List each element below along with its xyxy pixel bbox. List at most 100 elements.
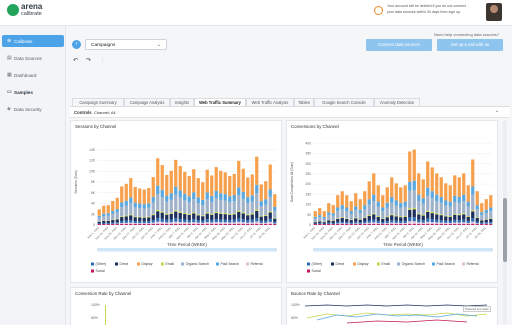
bar-segment: [480, 220, 484, 223]
bar-segment: [147, 207, 151, 217]
legend-label: Paid Search: [221, 262, 240, 266]
bar-segment: [165, 201, 169, 214]
bar-segment: [345, 218, 349, 222]
bar-segment: [372, 194, 376, 202]
bar-segment: [129, 178, 133, 198]
bar-segment: [214, 219, 218, 223]
bar-segment: [466, 206, 470, 216]
bar-segment: [259, 216, 263, 221]
bar-segment: [196, 220, 200, 223]
bar-segment: [255, 210, 259, 218]
bar-segment: [426, 187, 430, 196]
bar-segment: [115, 218, 119, 220]
bar-segment: [111, 224, 115, 225]
tab-web-traffic-analysis[interactable]: Web Traffic Analysis: [246, 98, 294, 106]
campaign-select-value: Campaigns: [91, 42, 116, 48]
tab-anomaly-detection[interactable]: Anomaly Detection: [374, 98, 420, 106]
bar-segment: [264, 215, 268, 216]
bar-segment: [210, 219, 214, 223]
tab-campaign-analysis[interactable]: Campaign Analysis: [124, 98, 170, 106]
scrollbar-thumb[interactable]: [503, 198, 507, 262]
bar-segment: [237, 211, 241, 219]
bar-segment: [160, 212, 164, 219]
y-tick-label: 50: [307, 213, 311, 217]
tab-tables[interactable]: Tables: [294, 98, 314, 106]
sidebar-item-label: Samples: [14, 89, 33, 95]
bar-segment: [250, 213, 254, 215]
bar-segment: [327, 212, 331, 215]
bar-segment: [250, 174, 254, 196]
sidebar-item-dashboard[interactable]: ▦ Dashboard: [2, 69, 64, 81]
bar-segment: [457, 214, 461, 216]
bar-segment: [138, 188, 142, 204]
bar-segment: [372, 224, 376, 225]
bar-segment: [124, 224, 128, 225]
bar-segment: [439, 177, 443, 197]
bar-segment: [255, 224, 259, 225]
more-icon[interactable]: ⋮: [100, 57, 105, 63]
bar-segment: [151, 215, 155, 221]
bar-segment: [345, 218, 349, 219]
y-tick-label: 80%: [91, 316, 98, 320]
tab-web-traffic-summary[interactable]: Web Traffic Summary: [194, 98, 246, 106]
tab-campaign-summary[interactable]: Campaign Summary: [72, 98, 124, 106]
bar-segment: [264, 204, 268, 216]
bar-segment: [480, 222, 484, 224]
bar-segment: [120, 224, 124, 225]
tab-google-search-console[interactable]: Google Search Console: [314, 98, 374, 106]
bar-segment: [435, 173, 439, 195]
channel-filter-chip[interactable]: Channel: All: [94, 110, 115, 115]
setup-call-button[interactable]: Set up a call with us: [437, 39, 503, 51]
bar-segment: [264, 220, 268, 223]
main-area: ‹ Campaigns ⌄ ↶ ↷ ⋮ Need help connecting…: [66, 26, 512, 325]
bar-segment: [412, 224, 416, 225]
series-line: [105, 305, 106, 325]
bar-segment: [367, 215, 371, 216]
bar-segment: [147, 224, 151, 225]
bar-segment: [349, 222, 353, 224]
bar-segment: [120, 216, 124, 218]
bar-segment: [376, 206, 380, 216]
bar-segment: [390, 196, 394, 203]
campaign-select[interactable]: Campaigns ⌄: [85, 39, 167, 50]
connect-data-sources-button[interactable]: Connect data sources: [366, 39, 432, 51]
bar-segment: [349, 220, 353, 223]
bar-segment: [480, 224, 484, 225]
bar-segment: [394, 183, 398, 201]
bar-segment: [417, 219, 421, 223]
bar-segment: [97, 217, 101, 222]
bar-segment: [417, 201, 421, 214]
bar-segment: [381, 218, 385, 219]
sidebar-item-samples[interactable]: ▭ Samples: [2, 86, 64, 98]
bar-segment: [241, 212, 245, 214]
bar-segment: [354, 224, 358, 225]
bar-segment: [435, 224, 439, 225]
bar-segment: [241, 198, 245, 213]
bar-segment: [97, 224, 101, 225]
redo-icon[interactable]: ↷: [86, 57, 91, 64]
undo-icon[interactable]: ↶: [73, 57, 78, 64]
bar-segment: [444, 183, 448, 201]
back-icon[interactable]: ‹: [72, 40, 81, 49]
bar-segment: [358, 199, 362, 210]
bar-segment: [421, 179, 425, 199]
bar-segment: [367, 220, 371, 223]
legend-label: Display: [358, 262, 369, 266]
bar-segment: [174, 218, 178, 222]
bar-segment: [489, 221, 493, 224]
bar-segment: [399, 207, 403, 217]
bar-segment: [147, 187, 151, 204]
bar-segment: [205, 199, 209, 213]
bar-segment: [138, 208, 142, 217]
bar-segment: [318, 221, 322, 224]
tab-insights[interactable]: Insights: [170, 98, 194, 106]
bar-segment: [336, 195, 340, 208]
sidebar-item-calibrate[interactable]: ⊕ Calibrate: [2, 35, 64, 47]
bar-segment: [228, 175, 232, 197]
bar-segment: [250, 214, 254, 220]
bar-segment: [462, 219, 466, 223]
bar-segment: [115, 197, 119, 210]
sidebar-item-data-security[interactable]: ◈ Data Security: [2, 103, 64, 115]
sidebar-item-data-sources[interactable]: ▤ Data Sources: [2, 52, 64, 64]
collapse-chevron-icon[interactable]: ⌄: [495, 108, 499, 114]
